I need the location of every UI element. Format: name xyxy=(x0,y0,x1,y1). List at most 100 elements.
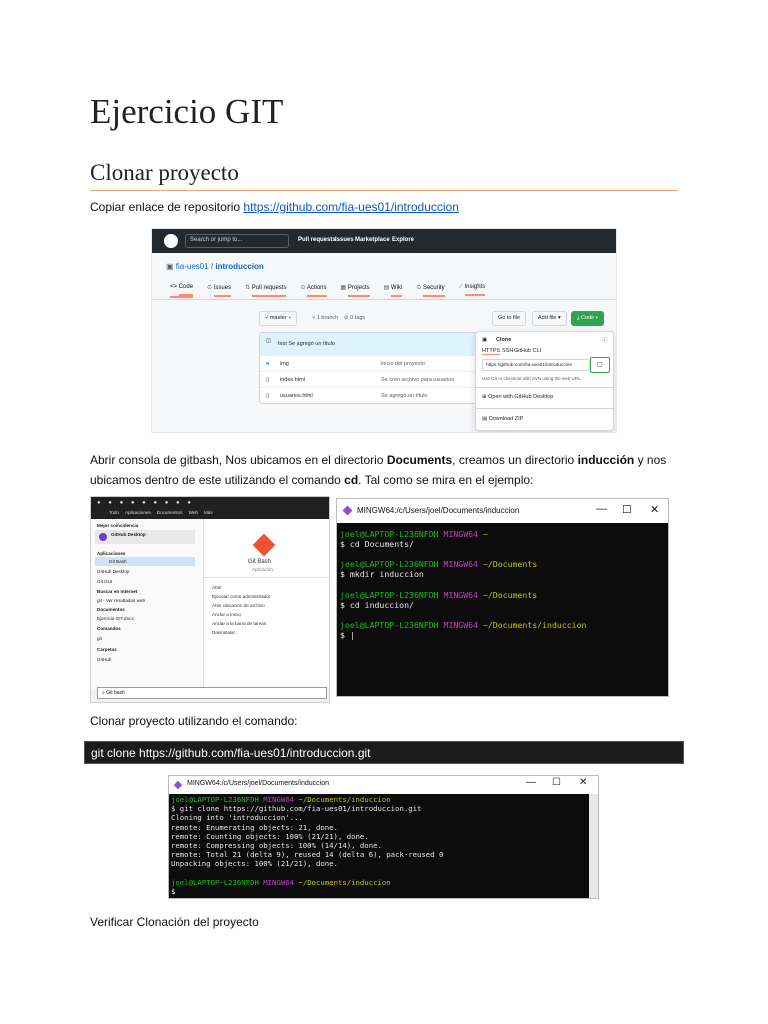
nav-explore[interactable]: Explore xyxy=(392,237,414,243)
tab-more[interactable]: Más xyxy=(204,510,213,515)
tab-projects[interactable]: ▦ Projects xyxy=(341,284,370,298)
prompt-line: joel@LAPTOP-L236NFDH MINGW64 ~/Documents xyxy=(340,559,538,570)
file-row[interactable]: ▯ index.html Se creó archivo para usuarios xyxy=(260,371,480,387)
start-search-input[interactable]: ⌕ Git bash xyxy=(97,687,327,699)
repo-tabs: <> Code ⊙ Issues ⇅ Pull requests ⊙ Actio… xyxy=(170,284,486,298)
go-to-file-button[interactable]: Go to file xyxy=(492,311,527,326)
mingw-icon xyxy=(342,505,353,516)
section-heading: Clonar proyecto xyxy=(90,160,239,185)
result-git-bash[interactable]: Git Bash xyxy=(95,557,195,566)
result-doc[interactable]: Ejercicio GIT.docx xyxy=(97,616,134,621)
terminal-output[interactable]: joel@LAPTOP-L236NFDH MINGW64 ~ $ cd Docum… xyxy=(337,523,668,640)
help-icon[interactable]: ⓘ xyxy=(602,336,608,344)
terminal-title: MINGW64:/c/Users/joel/Documents/induccio… xyxy=(187,780,329,787)
app-type: Aplicación xyxy=(252,567,273,572)
repo-name-link[interactable]: introduccion xyxy=(215,262,263,271)
tab-todo[interactable]: Todo xyxy=(109,510,119,515)
tab-security[interactable]: ⊙ Security xyxy=(416,284,445,298)
taskbar-icons: ● ● ● ● ● ● ● ● ● xyxy=(97,500,194,506)
apps-heading: Aplicaciones xyxy=(97,551,126,556)
tab-code[interactable]: <> Code xyxy=(170,284,194,298)
clone-tab-cli[interactable]: GitHub CLI xyxy=(514,348,541,354)
result-web[interactable]: git - Ver resultados web xyxy=(97,598,145,603)
result-github-desktop-2[interactable]: GitHub Desktop xyxy=(97,569,129,574)
tags-link[interactable]: ⊘ 0 tags xyxy=(344,315,365,321)
action-pin-taskbar[interactable]: Anclar a la barra de tareas xyxy=(212,621,266,626)
minimize-button[interactable]: — xyxy=(596,503,607,515)
tab-apps[interactable]: Aplicaciones xyxy=(125,510,151,515)
result-folder[interactable]: GitHub xyxy=(97,657,111,662)
copy-icon: ▢ xyxy=(597,362,603,368)
terminal-scrollbar[interactable] xyxy=(589,794,598,898)
best-match-heading: Mejor coincidencia xyxy=(97,523,139,528)
tab-actions[interactable]: ⊙ Actions xyxy=(300,284,327,298)
clone-popover: ▣ Clone ⓘ HTTPS SSH GitHub CLI https://g… xyxy=(475,331,615,431)
code-button[interactable]: ⤓ Code ▾ xyxy=(571,311,604,326)
heading-divider xyxy=(90,190,678,191)
paragraph-verify: Verificar Clonación del proyecto xyxy=(90,915,259,929)
clone-tab-ssh[interactable]: SSH xyxy=(502,348,513,354)
file-row[interactable]: ▯ usuarios.html Se agregó un título xyxy=(260,387,480,403)
file-row[interactable]: ■ img inicio del proyecto xyxy=(260,355,480,371)
gitbash-terminal-1: MINGW64:/c/Users/joel/Documents/induccio… xyxy=(336,498,669,697)
clone-command-box: git clone https://github.com/fia-ues01/i… xyxy=(84,741,684,764)
branch-select[interactable]: ⑂ master ▾ xyxy=(259,311,298,326)
copy-url-button[interactable]: ▢ xyxy=(590,357,610,373)
output-line: $ | xyxy=(340,629,355,640)
action-open-location[interactable]: Abrir ubicación de archivo xyxy=(212,603,265,608)
add-file-button[interactable]: Add file ▾ xyxy=(532,311,567,326)
paragraph-copy-link: Copiar enlace de repositorio https://git… xyxy=(90,200,459,214)
download-zip-item[interactable]: ▤ Download ZIP xyxy=(482,416,523,422)
latest-commit-row: ◫ test Se agregó un título xyxy=(260,333,480,355)
terminal-output[interactable]: joel@LAPTOP-L236NFDH MINGW64 ~/Documents… xyxy=(169,794,598,896)
action-uninstall[interactable]: Desinstalar xyxy=(212,630,235,635)
document-title: Ejercicio GIT xyxy=(90,92,284,131)
clone-hint: Use Git or checkout with SVN using the w… xyxy=(482,376,582,381)
nav-pull-requests[interactable]: Pull requests xyxy=(298,237,336,243)
github-desktop-icon xyxy=(99,533,107,541)
git-bash-logo-icon xyxy=(252,533,276,557)
terminal-title: MINGW64:/c/Users/joel/Documents/induccio… xyxy=(357,506,520,515)
tabs-divider xyxy=(152,299,616,300)
repo-owner-link[interactable]: fia-ues01 xyxy=(176,262,209,271)
nav-marketplace[interactable]: Marketplace xyxy=(355,237,390,243)
search-results-list: Mejor coincidencia GitHub Desktop Aplica… xyxy=(91,519,203,689)
action-pin-start[interactable]: Anclar a Inicio xyxy=(212,612,241,617)
output-line: $ xyxy=(171,887,176,897)
close-button[interactable]: ✕ xyxy=(650,503,659,516)
close-button[interactable]: ✕ xyxy=(579,777,587,788)
commit-message[interactable]: test Se agregó un título xyxy=(278,341,335,347)
tab-wiki[interactable]: ▤ Wiki xyxy=(384,284,403,298)
action-run-admin[interactable]: Ejecutar como administrador xyxy=(212,594,270,599)
terminal-titlebar: MINGW64:/c/Users/joel/Documents/induccio… xyxy=(337,499,668,523)
open-desktop-item[interactable]: ⊕ Open with GitHub Desktop xyxy=(482,394,553,400)
clone-url-input[interactable]: https://github.com/fia-ues01/introduccio… xyxy=(482,359,590,371)
maximize-button[interactable]: ☐ xyxy=(552,777,561,788)
result-git-gui[interactable]: Git GUI xyxy=(97,579,112,584)
detail-divider xyxy=(204,577,329,578)
github-search-input[interactable]: Search or jump to... xyxy=(185,234,289,248)
nav-issues[interactable]: Issues xyxy=(335,237,354,243)
repo-link[interactable]: https://github.com/fia-ues01/introduccio… xyxy=(243,200,458,214)
result-command[interactable]: git xyxy=(97,636,102,641)
action-open[interactable]: Abrir xyxy=(212,585,222,590)
output-line: Cloning into 'introduccion'... xyxy=(171,813,303,823)
tab-issues[interactable]: ⊙ Issues xyxy=(207,284,232,298)
output-line: remote: Total 21 (delta 9), reused 14 (d… xyxy=(171,850,444,860)
minimize-button[interactable]: — xyxy=(526,777,536,788)
tab-web[interactable]: Web xyxy=(189,510,198,515)
web-heading: Buscar en Internet xyxy=(97,589,138,594)
output-line: $ mkdir induccion xyxy=(340,569,424,580)
tab-insights[interactable]: ⟋ Insights xyxy=(459,284,486,298)
branch-count-link[interactable]: ⑂ 1 branch xyxy=(312,315,338,321)
tab-docs[interactable]: Documentos xyxy=(157,510,183,515)
maximize-button[interactable]: ☐ xyxy=(622,503,632,516)
github-logo-icon xyxy=(164,234,178,248)
github-header: Search or jump to... Pull requests Issue… xyxy=(152,229,616,253)
tab-pull-requests[interactable]: ⇅ Pull requests xyxy=(245,284,287,298)
clone-tab-https[interactable]: HTTPS xyxy=(482,348,501,355)
github-screenshot: Search or jump to... Pull requests Issue… xyxy=(151,228,617,433)
result-github-desktop[interactable]: GitHub Desktop xyxy=(95,530,195,544)
folders-heading: Carpetas xyxy=(97,647,117,652)
